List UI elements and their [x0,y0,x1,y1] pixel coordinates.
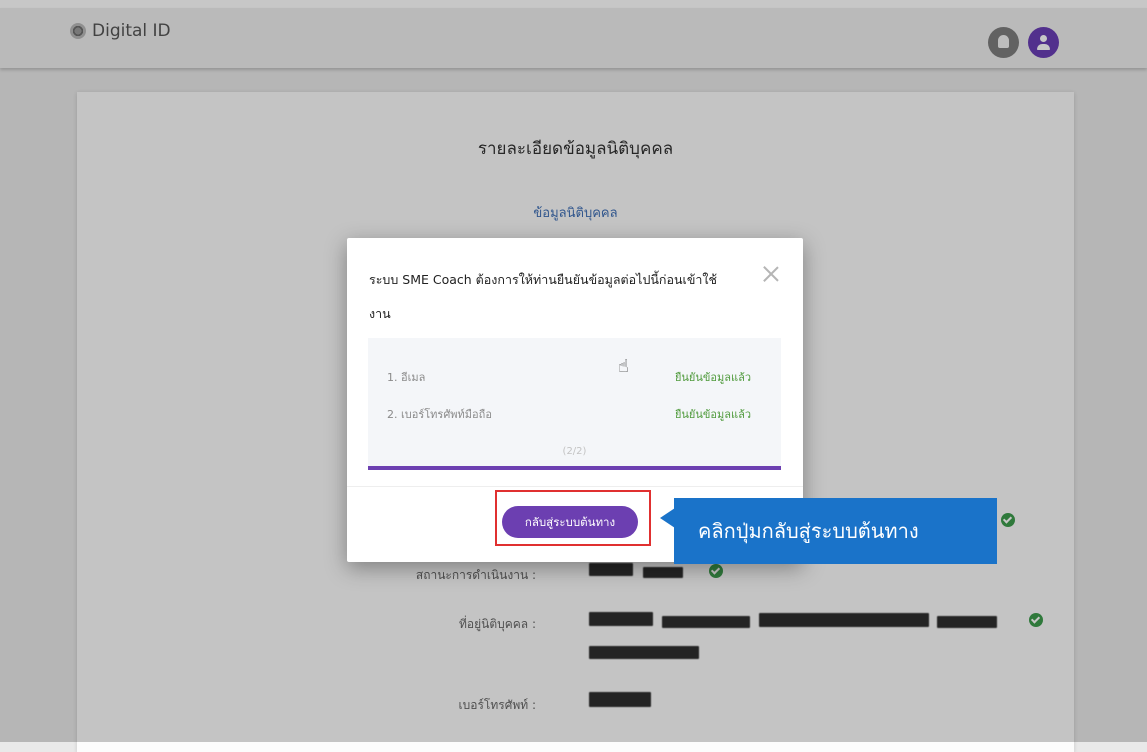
progress-bar [368,466,781,470]
dialog-message-line: งาน [369,306,391,321]
close-icon[interactable] [761,264,781,284]
progress-count: (2/2) [562,446,587,457]
progress-bar-fill [368,466,781,470]
instruction-callout: คลิกปุ่มกลับสู่ระบบต้นทาง [674,498,997,564]
divider [347,486,803,487]
checklist-item-email: 1. อีเมล [387,371,426,384]
callout-arrow [660,508,675,528]
dialog-message-line: ระบบ SME Coach ต้องการให้ท่านยืนยันข้อมู… [369,272,717,287]
status-verified: ยืนยันข้อมูลแล้ว [674,408,751,421]
highlight-box [495,490,651,546]
hand-cursor-icon: ☝ [618,356,629,377]
checklist-item-phone: 2. เบอร์โทรศัพท์มือถือ [387,408,492,421]
verification-checklist: ☝ 1. อีเมล ยืนยันข้อมูลแล้ว 2. เบอร์โทรศ… [368,338,781,470]
status-verified: ยืนยันข้อมูลแล้ว [674,371,751,384]
dialog-message: ระบบ SME Coach ต้องการให้ท่านยืนยันข้อมู… [369,263,754,331]
